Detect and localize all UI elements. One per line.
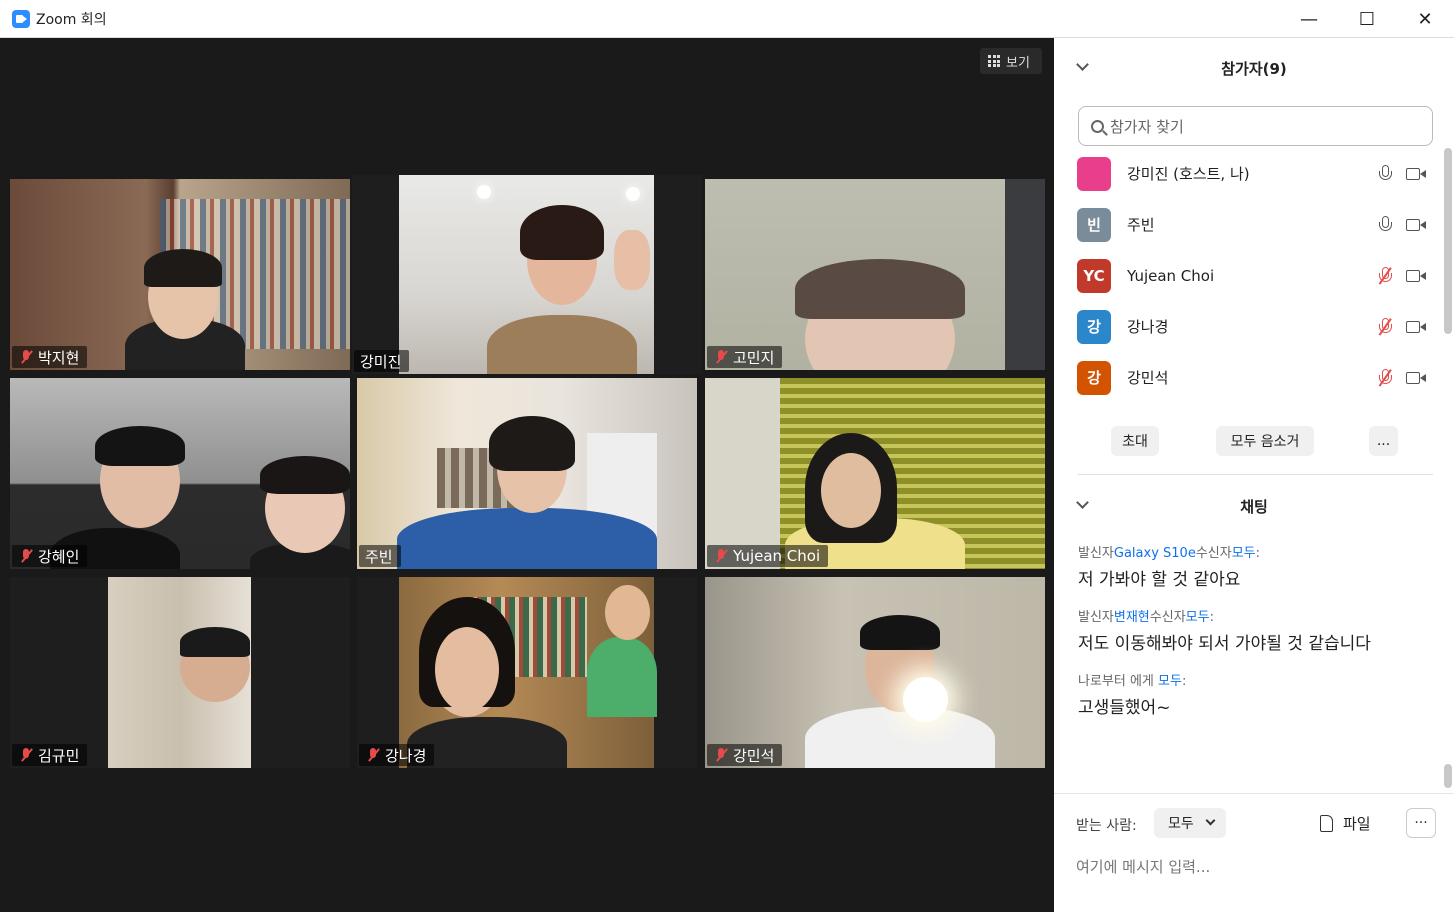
avatar: YC [1077, 258, 1111, 293]
tile-name: 강혜인 [38, 547, 80, 566]
view-button[interactable]: 보기 [980, 48, 1042, 74]
participant-row[interactable]: 강 강민석 [1054, 352, 1444, 403]
chat-message: 발신자Galaxy S10e수신자모두: 저 가봐야 할 것 같아요 [1078, 542, 1418, 596]
chat-message-input[interactable]: 여기에 메시지 입력... [1076, 856, 1210, 877]
chat-title: 채팅 [1240, 498, 1268, 516]
participant-actions: 초대 모두 음소거 ... [1054, 426, 1454, 456]
mute-all-button[interactable]: 모두 음소거 [1216, 426, 1314, 456]
message-text: 고생들했어~ [1078, 698, 1171, 718]
participant-name: Yujean Choi [1127, 266, 1215, 285]
recipient-label: 받는 사람: [1076, 818, 1137, 834]
zoom-icon [12, 9, 30, 28]
tile-name: 고민지 [733, 348, 775, 367]
camera-icon[interactable] [1406, 167, 1426, 181]
chat-scrollbar[interactable] [1444, 764, 1452, 788]
avatar [1077, 156, 1111, 191]
file-button[interactable]: 파일 [1320, 813, 1371, 834]
participant-row[interactable]: 빈 주빈 [1054, 199, 1444, 250]
muted-mic-icon [713, 548, 729, 564]
participants-more-button[interactable]: ... [1369, 426, 1398, 456]
tile-name: 박지현 [38, 348, 80, 367]
muted-mic-icon [18, 548, 34, 564]
avatar: 강 [1077, 309, 1111, 344]
camera-icon[interactable] [1406, 269, 1426, 283]
chat-messages: 발신자Galaxy S10e수신자모두: 저 가봐야 할 것 같아요 발신자변재… [1078, 538, 1418, 734]
avatar: 강 [1077, 360, 1111, 395]
muted-mic-icon [713, 747, 729, 763]
grid-icon [988, 55, 1000, 67]
participants-header: 참가자(9) [1054, 38, 1454, 96]
video-tile[interactable]: 고민지 [705, 179, 1045, 370]
side-panel: 참가자(9) 참가자 찾기 강미진 (호스트, 나) 빈 주빈 YC Yujea… [1054, 38, 1454, 912]
participants-title: 참가자(9) [1221, 60, 1287, 78]
video-tile[interactable]: 강민석 [705, 577, 1045, 768]
divider [1078, 474, 1433, 475]
avatar: 빈 [1077, 207, 1111, 242]
participant-row[interactable]: 강 강나경 [1054, 301, 1444, 352]
participant-search-input[interactable]: 참가자 찾기 [1078, 106, 1433, 146]
participant-name: 강미진 (호스트, 나) [1127, 165, 1250, 183]
message-text: 저도 이동해봐야 되서 가야될 것 같습니다 [1078, 634, 1371, 654]
video-tile[interactable]: Yujean Choi [705, 378, 1045, 569]
invite-button[interactable]: 초대 [1111, 426, 1159, 456]
participant-row[interactable]: YC Yujean Choi [1054, 250, 1444, 301]
chevron-down-icon [1205, 815, 1216, 826]
file-icon [1320, 815, 1333, 832]
window-title: Zoom 회의 [36, 11, 107, 28]
tile-name: 김규민 [38, 746, 80, 765]
camera-icon[interactable] [1406, 320, 1426, 334]
message-header: 나로부터 에게 모두: [1078, 674, 1187, 689]
view-label: 보기 [1006, 55, 1030, 71]
muted-mic-icon[interactable] [1378, 266, 1392, 285]
video-tile[interactable]: 김규민 [10, 577, 350, 768]
title-bar: Zoom 회의 — ☐ ✕ [0, 0, 1454, 38]
close-button[interactable]: ✕ [1396, 0, 1454, 38]
chat-more-button[interactable]: ··· [1406, 808, 1436, 838]
chat-header: 채팅 [1054, 476, 1454, 534]
video-tile-active-speaker[interactable]: 강미진 [352, 175, 702, 374]
muted-mic-icon [18, 349, 34, 365]
muted-mic-icon [713, 349, 729, 365]
mic-icon[interactable] [1378, 164, 1392, 183]
video-tile[interactable]: 강혜인 [10, 378, 350, 569]
message-text: 저 가봐야 할 것 같아요 [1078, 570, 1241, 590]
video-tile[interactable]: 박지현 [10, 179, 350, 370]
maximize-button[interactable]: ☐ [1338, 0, 1396, 38]
participants-scrollbar[interactable] [1444, 148, 1452, 334]
search-icon [1091, 119, 1104, 133]
tile-name: 강나경 [385, 746, 427, 765]
tile-name: Yujean Choi [733, 547, 821, 565]
participant-row[interactable]: 강미진 (호스트, 나) [1054, 148, 1444, 199]
video-tile[interactable]: 주빈 [357, 378, 697, 569]
chat-message: 나로부터 에게 모두: 고생들했어~ [1078, 670, 1418, 724]
participant-name: 강나경 [1127, 318, 1169, 336]
file-label: 파일 [1343, 815, 1371, 833]
participant-name: 주빈 [1127, 216, 1155, 234]
tile-name: 강미진 [360, 352, 402, 371]
tile-name: 강민석 [733, 746, 775, 765]
muted-mic-icon[interactable] [1378, 317, 1392, 336]
message-header: 발신자Galaxy S10e수신자모두: [1078, 546, 1261, 561]
message-header: 발신자변재현수신자모두: [1078, 610, 1214, 625]
video-tile[interactable]: 강나경 [357, 577, 697, 768]
mic-icon[interactable] [1378, 215, 1392, 234]
recipient-value: 모두 [1168, 816, 1194, 832]
muted-mic-icon[interactable] [1378, 368, 1392, 387]
muted-mic-icon [18, 747, 34, 763]
chat-composer: 받는 사람: 모두 파일 ··· 여기에 메시지 입력... [1054, 793, 1454, 912]
recipient-select[interactable]: 모두 [1154, 808, 1226, 838]
video-gallery: 보기 박지현 강미진 고민지 강혜인 주빈 Yujean Choi 김규민 강나… [0, 38, 1054, 912]
participant-name: 강민석 [1127, 369, 1169, 387]
muted-mic-icon [365, 747, 381, 763]
minimize-button[interactable]: — [1280, 0, 1338, 38]
camera-icon[interactable] [1406, 218, 1426, 232]
chat-message: 발신자변재현수신자모두: 저도 이동해봐야 되서 가야될 것 같습니다 [1078, 606, 1418, 660]
tile-name: 주빈 [365, 547, 393, 566]
search-placeholder: 참가자 찾기 [1110, 117, 1184, 136]
participant-list: 강미진 (호스트, 나) 빈 주빈 YC Yujean Choi 강 강나경 강… [1054, 148, 1444, 403]
camera-icon[interactable] [1406, 371, 1426, 385]
